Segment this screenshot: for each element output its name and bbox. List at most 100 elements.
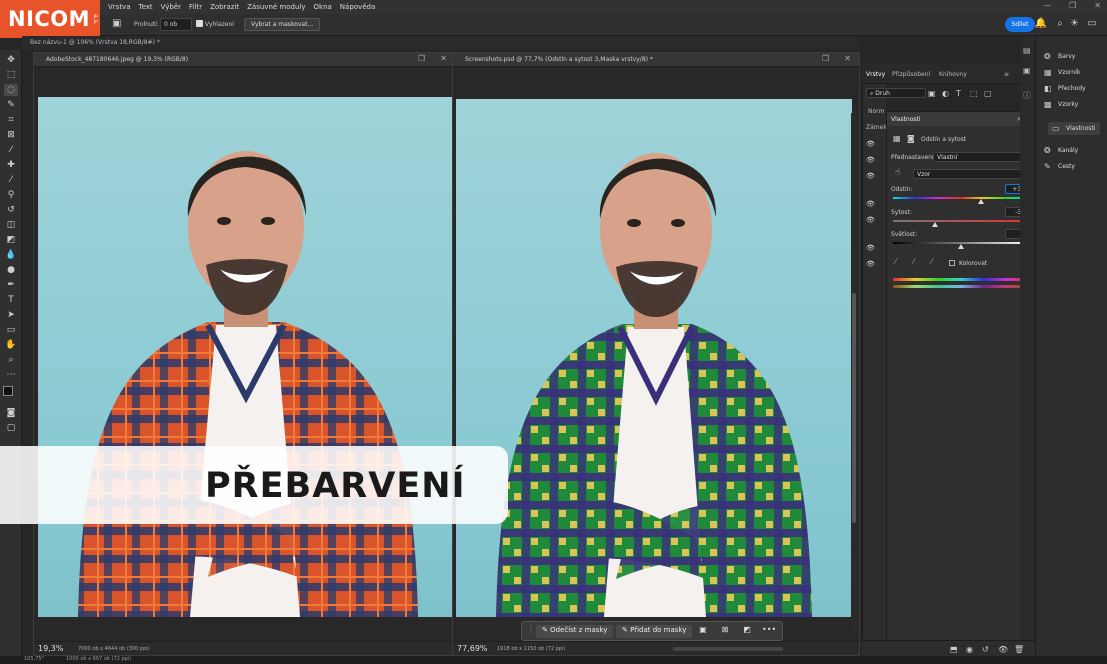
vertical-scrollbar[interactable] — [851, 113, 857, 633]
dock-item-paths[interactable]: ✎ Cesty — [1044, 162, 1075, 171]
marquee-tool-icon[interactable]: ⬚ — [4, 69, 18, 81]
invert-mask-icon[interactable]: ▣ — [696, 625, 710, 638]
lightbulb-icon[interactable]: ☀ — [1070, 18, 1079, 29]
blur-tool-icon[interactable]: 💧 — [4, 249, 18, 261]
preset-select[interactable]: Vlastní — [933, 152, 1029, 162]
saturation-slider-thumb[interactable] — [932, 222, 938, 227]
quick-select-tool-icon[interactable]: ✎ — [4, 99, 18, 111]
brush-tool-icon[interactable]: ⁄ — [4, 174, 18, 186]
search-icon[interactable]: ⌕ — [1057, 18, 1063, 29]
workspace-icon[interactable]: ▭ — [1088, 18, 1097, 29]
scrollbar-thumb[interactable] — [852, 293, 856, 523]
canvas-recolored[interactable] — [456, 99, 852, 617]
maximize-button[interactable]: ❐ — [1069, 1, 1076, 10]
more-tools-icon[interactable]: ⋯ — [4, 369, 18, 381]
type-tool-icon[interactable]: T — [4, 294, 18, 306]
more-options-icon[interactable]: ••• — [762, 625, 776, 638]
bell-icon[interactable]: 🔔 — [1035, 18, 1047, 29]
dock-item-properties[interactable]: ▭ Vlastnosti — [1048, 122, 1100, 135]
eyedropper-icon[interactable]: ⁄ — [895, 257, 896, 266]
tab-adjustments[interactable]: Přizpůsobení — [892, 71, 930, 78]
quick-mask-icon[interactable]: ◙ — [4, 407, 18, 419]
screen-mode-icon[interactable]: ▢ — [4, 422, 18, 434]
mask-icon[interactable]: ◙ — [907, 134, 915, 143]
clip-to-layer-icon[interactable]: ⬒ — [950, 645, 958, 654]
view-previous-icon[interactable]: ◉ — [966, 645, 973, 654]
dock-item-swatches[interactable]: ▦ Vzorník — [1044, 68, 1080, 77]
saturation-slider[interactable] — [893, 220, 1029, 222]
mask-options-icon[interactable]: ◩ — [740, 625, 754, 638]
lasso-tool-icon[interactable]: ◌ — [4, 84, 18, 96]
dock-item-channels[interactable]: ❂ Kanály — [1044, 146, 1078, 155]
comments-panel-icon[interactable]: ▣ — [1023, 66, 1031, 75]
visibility-eye-icon[interactable]: 👁 — [866, 172, 875, 180]
select-and-mask-button[interactable]: Vybrat a maskovat... — [244, 18, 321, 31]
dock-item-patterns[interactable]: ▩ Vzorky — [1044, 100, 1078, 109]
hue-slider[interactable] — [893, 197, 1029, 199]
doc-close-button[interactable]: ✕ — [844, 54, 851, 63]
subtract-from-mask-button[interactable]: ✎ Odečíst z masky — [536, 625, 614, 638]
zoom-level[interactable]: 77,69% — [457, 644, 488, 653]
visibility-eye-icon[interactable]: 👁 — [866, 216, 875, 224]
menu-item-filter[interactable]: Filtr — [185, 2, 206, 12]
visibility-eye-icon[interactable]: 👁 — [866, 244, 875, 252]
shape-tool-icon[interactable]: ▭ — [4, 324, 18, 336]
adjustment-filter-icon[interactable]: ◐ — [942, 89, 949, 98]
menu-item-text[interactable]: Text — [135, 2, 157, 12]
history-panel-icon[interactable]: ▤ — [1023, 46, 1031, 55]
menu-item-select[interactable]: Výběr — [157, 2, 185, 12]
blend-mode-select[interactable]: Norm — [868, 108, 884, 115]
tab-layers[interactable]: Vrstvy — [866, 71, 885, 78]
reset-icon[interactable]: ↺ — [982, 645, 989, 654]
dock-item-color[interactable]: ❂ Barvy — [1044, 52, 1075, 61]
feather-input[interactable]: 0 ob — [160, 18, 192, 31]
tab-libraries[interactable]: Knihovny — [939, 71, 967, 78]
visibility-eye-icon[interactable]: 👁 — [866, 156, 875, 164]
stamp-tool-icon[interactable]: ⚲ — [4, 189, 18, 201]
dock-item-gradients[interactable]: ◧ Přechody — [1044, 84, 1086, 93]
panel-menu-icon[interactable]: ≡ — [1004, 71, 1009, 78]
move-tool-icon[interactable]: ✥ — [4, 54, 18, 66]
lightness-slider-thumb[interactable] — [958, 244, 964, 249]
eyedropper-tool-icon[interactable]: ⁄ — [4, 144, 18, 156]
close-button[interactable]: ✕ — [1094, 1, 1101, 10]
menu-item-window[interactable]: Okna — [310, 2, 336, 12]
visibility-eye-icon[interactable]: 👁 — [866, 260, 875, 268]
history-brush-tool-icon[interactable]: ↺ — [4, 204, 18, 216]
eraser-tool-icon[interactable]: ◫ — [4, 219, 18, 231]
crop-tool-icon[interactable]: ⌗ — [4, 114, 18, 126]
colorize-checkbox[interactable] — [949, 260, 955, 266]
layer-kind-select[interactable]: ⌕ Druh — [866, 88, 926, 98]
smart-filter-icon[interactable]: ▢ — [984, 89, 992, 98]
healing-tool-icon[interactable]: ✚ — [4, 159, 18, 171]
path-select-tool-icon[interactable]: ➤ — [4, 309, 18, 321]
add-to-mask-button[interactable]: ✎ Přidat do masky — [616, 625, 693, 638]
channel-select[interactable]: Vzor — [913, 169, 1029, 179]
targeted-adjustment-icon[interactable]: ☝ — [895, 168, 900, 178]
doc-minimize-button[interactable]: ❐ — [418, 54, 425, 63]
document-tab[interactable]: Bez názvu-1 @ 106% (Vrstva 18,RGB/8#) * — [30, 39, 160, 46]
zoom-level[interactable]: 19,3% — [38, 644, 63, 653]
pixel-filter-icon[interactable]: ▣ — [928, 89, 936, 98]
gradient-tool-icon[interactable]: ◩ — [4, 234, 18, 246]
pen-tool-icon[interactable]: ✒ — [4, 279, 18, 291]
horizontal-scrollbar[interactable] — [673, 647, 783, 651]
menu-item-help[interactable]: Nápověda — [336, 2, 379, 12]
visibility-toggle-icon[interactable]: 👁 — [998, 645, 1008, 654]
shape-filter-icon[interactable]: ⬚ — [970, 89, 978, 98]
eyedropper-plus-icon[interactable]: ⁄ — [913, 257, 914, 266]
dodge-tool-icon[interactable]: ● — [4, 264, 18, 276]
zoom-tool-icon[interactable]: ⌕ — [4, 354, 18, 366]
hue-slider-thumb[interactable] — [978, 199, 984, 204]
hand-tool-icon[interactable]: ✋ — [4, 339, 18, 351]
minimize-button[interactable]: — — [1043, 1, 1051, 10]
trash-icon[interactable]: 🗑 — [1014, 645, 1024, 654]
eyedropper-minus-icon[interactable]: ⁄ — [931, 257, 932, 266]
share-button[interactable]: Sdílet — [1005, 17, 1035, 32]
menu-item-plugins[interactable]: Zásuvné moduly — [243, 2, 309, 12]
info-panel-icon[interactable]: ⓘ — [1023, 90, 1031, 101]
visibility-eye-icon[interactable]: 👁 — [866, 200, 875, 208]
menu-item-view[interactable]: Zobrazit — [206, 2, 243, 12]
doc-minimize-button[interactable]: ❐ — [822, 54, 829, 63]
menu-item-layer[interactable]: Vrstva — [104, 2, 135, 12]
